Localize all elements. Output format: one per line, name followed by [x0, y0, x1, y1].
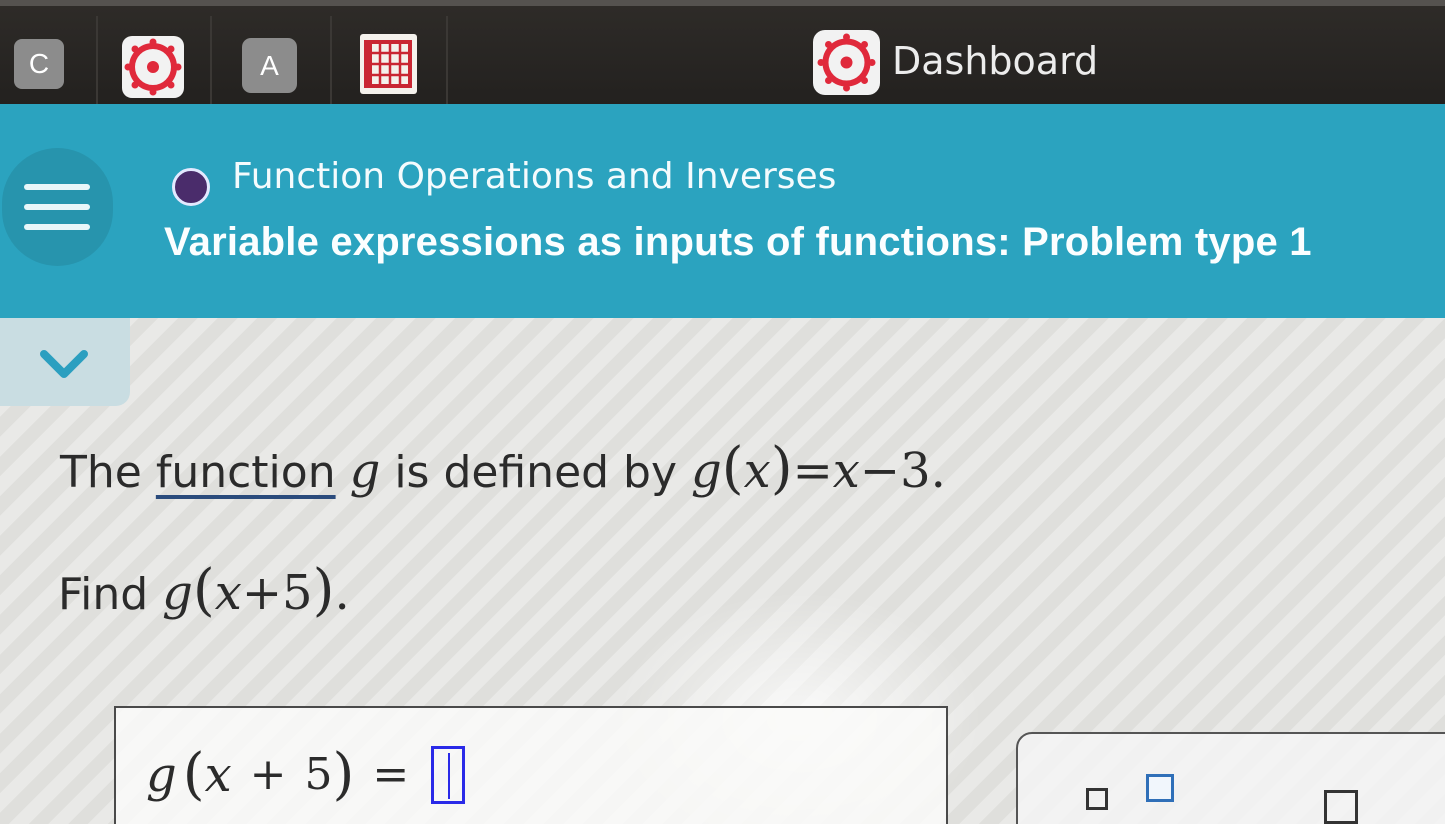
definition-const: 3: [900, 443, 931, 499]
chevron-down-icon: [40, 350, 88, 378]
paren-open: (: [182, 742, 205, 807]
tab-divider: [210, 16, 212, 106]
find-label: Find: [58, 569, 149, 620]
problem-title: Variable expressions as inputs of functi…: [164, 220, 1312, 264]
answer-box: g ( x + 5 ) =: [114, 706, 948, 824]
menu-button[interactable]: [2, 148, 113, 266]
topic-title: Function Operations and Inverses: [232, 156, 837, 197]
find-plus: +: [241, 565, 283, 621]
canvas-logo-icon[interactable]: [813, 30, 880, 95]
tab-c[interactable]: C: [14, 39, 64, 89]
find-arg-var: x: [214, 565, 242, 621]
problem-statement: The function g is defined by g(x) = x −3.: [60, 436, 946, 501]
paren-open: (: [721, 436, 744, 501]
tab-divider: [446, 16, 448, 106]
find-prompt: Find g(x +5).: [58, 558, 350, 623]
browser-tab-bar: C A Dashboard: [0, 0, 1445, 106]
function-name: g: [349, 443, 381, 499]
function-definition-link[interactable]: function: [156, 447, 336, 498]
definition-rhs: x: [832, 443, 860, 499]
paren-open: (: [192, 558, 215, 623]
paren-close: ): [770, 436, 793, 501]
hamburger-menu-icon: [24, 204, 90, 210]
answer-input[interactable]: [431, 745, 466, 804]
a-letter-icon: A: [260, 49, 279, 81]
answer-plus: +: [249, 749, 287, 800]
find-const: 5: [282, 565, 313, 621]
math-keypad: [1016, 732, 1445, 824]
key-base-box: [1086, 788, 1108, 810]
answer-var: x: [204, 746, 232, 803]
paren-close: ): [312, 558, 335, 623]
lesson-header: Function Operations and Inverses Variabl…: [0, 104, 1445, 318]
find-func: g: [162, 565, 193, 621]
book-grid-icon[interactable]: [360, 34, 417, 94]
answer-func: g: [146, 746, 177, 803]
answer-expression: g ( x + 5 ) =: [146, 742, 466, 807]
definition-func: g: [691, 443, 722, 499]
tab-divider: [96, 16, 98, 106]
answer-eq: =: [372, 749, 410, 800]
statement-prefix: The: [60, 447, 142, 498]
collapse-button[interactable]: [0, 318, 130, 406]
topic-progress-dot: [172, 168, 210, 206]
find-period: .: [334, 565, 350, 621]
canvas-logo-icon[interactable]: [122, 36, 184, 98]
paren-close: ): [332, 742, 355, 807]
fraction-key[interactable]: [1324, 790, 1358, 824]
dashboard-tab-label[interactable]: Dashboard: [892, 34, 1098, 88]
hamburger-menu-icon: [24, 224, 90, 230]
tab-a[interactable]: A: [242, 38, 297, 93]
tab-divider: [330, 16, 332, 106]
hamburger-menu-icon: [24, 184, 90, 190]
definition-eq: =: [792, 443, 833, 499]
definition-arg: x: [743, 443, 771, 499]
problem-area: The function g is defined by g(x) = x −3. F…: [0, 318, 1445, 824]
definition-period: .: [930, 443, 946, 499]
c-letter-icon: C: [28, 48, 50, 79]
definition-minus: −: [859, 443, 901, 499]
exponent-key[interactable]: [1146, 774, 1174, 802]
statement-middle: is defined by: [394, 447, 678, 498]
answer-const: 5: [304, 749, 333, 800]
